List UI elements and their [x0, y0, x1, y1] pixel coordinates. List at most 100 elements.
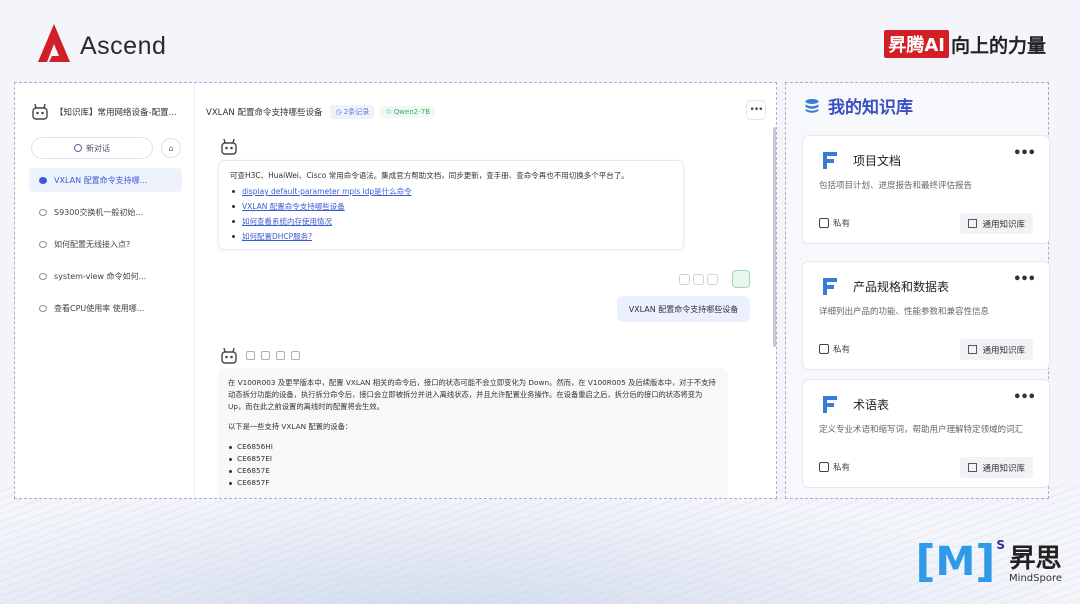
conversation-list: VXLAN 配置命令支持哪... S9300交换机一般初始... 如何配置无线接… — [15, 168, 194, 320]
privacy-text: 私有 — [833, 463, 851, 473]
answer-tools — [246, 351, 306, 360]
knowledge-card[interactable]: 术语表 ••• 定义专业术语和缩写词，帮助用户理解特定领域的词汇 私有 通用知识… — [802, 379, 1050, 488]
kb-type-text: 通用知识库 — [982, 463, 1025, 474]
chat-bubble-icon — [39, 304, 47, 312]
card-menu-button[interactable]: ••• — [1013, 390, 1036, 405]
suggestion-item: display default-parameter mpls ldp是什么命令 — [230, 184, 672, 199]
logo-en: MindSpore — [1009, 573, 1062, 584]
card-menu-button[interactable]: ••• — [1013, 146, 1036, 161]
kb-type-tag: 通用知识库 — [960, 457, 1033, 478]
kb-type-tag: 通用知识库 — [960, 213, 1033, 234]
new-chat-button[interactable]: 新对话 — [31, 137, 153, 159]
knowledge-base-icon — [823, 278, 837, 295]
logo-cn: 昇思 — [1009, 544, 1062, 574]
logo-bracket-right: ] — [975, 536, 996, 587]
suggestion-item: 如何配置DHCP服务? — [230, 229, 672, 244]
device-item: CE6857E — [228, 465, 718, 477]
user-avatar-icon — [732, 270, 750, 288]
robot-icon — [32, 103, 48, 120]
chat-bubble-icon — [39, 240, 47, 248]
kb-type-icon — [968, 219, 978, 228]
kb-type-icon — [968, 345, 978, 354]
privacy-label: 私有 — [819, 461, 850, 473]
conversation-label: S9300交换机一般初始... — [54, 207, 144, 217]
chat-area: VXLAN 配置命令支持哪些设备 ◷ 2条记录 ♲ Qwen2-7B ••• 可… — [196, 83, 776, 498]
suggestion-list: display default-parameter mpls ldp是什么命令 … — [230, 184, 672, 244]
lock-icon — [819, 462, 829, 472]
device-item: CE6856HI — [228, 441, 718, 453]
scrollbar[interactable] — [773, 127, 776, 347]
conversation-item-s9300[interactable]: S9300交换机一般初始... — [29, 200, 182, 224]
kb-type-icon — [968, 463, 978, 472]
ascend-logo-icon — [38, 24, 70, 62]
device-list: CE6856HI CE6857EI CE6857E CE6857F — [228, 441, 718, 489]
ascend-logo: Ascend — [34, 22, 166, 64]
logo-bracket-left: [ — [915, 536, 936, 587]
chat-bubble-icon — [39, 176, 47, 184]
conversation-label: 如何配置无线接入点? — [54, 239, 131, 249]
conversation-item-vxlan[interactable]: VXLAN 配置命令支持哪... — [29, 168, 182, 192]
model-tag[interactable]: ♲ Qwen2-7B — [380, 106, 435, 118]
new-chat-icon — [74, 144, 82, 152]
sidebar-header: 【知识库】常用网络设备-配置... — [15, 83, 194, 121]
kb-type-tag: 通用知识库 — [960, 339, 1033, 360]
chat-bubble-icon — [39, 272, 47, 280]
card-menu-button[interactable]: ••• — [1013, 272, 1036, 287]
delete-icon[interactable] — [707, 274, 718, 285]
bag-icon: ⌂ — [168, 143, 174, 153]
conversation-label: system-view 命令如何... — [54, 271, 147, 281]
privacy-text: 私有 — [833, 345, 851, 355]
more-options-button[interactable]: ••• — [746, 100, 766, 120]
knowledge-panel: 我的知识库 项目文档 ••• 包括项目计划、进度报告和最终评估报告 私有 通用知… — [785, 82, 1050, 499]
ascend-wordmark: Ascend — [80, 31, 167, 60]
user-message-bubble: VXLAN 配置命令支持哪些设备 — [617, 296, 750, 322]
kb-type-text: 通用知识库 — [982, 345, 1025, 356]
thumbs-down-icon[interactable] — [291, 351, 300, 360]
slogan: 昇腾AI 向上的力量 — [884, 30, 1046, 58]
device-item: CE6857F — [228, 477, 718, 489]
copy-icon[interactable] — [246, 351, 255, 360]
bot-welcome-card: 可查H3C、HuaiWei、Cisco 常用命令语法。集成官方帮助文档，同步更新… — [218, 160, 684, 250]
suggestion-link[interactable]: 如何配置DHCP服务? — [242, 229, 312, 244]
privacy-label: 私有 — [819, 217, 850, 229]
knowledge-card[interactable]: 产品规格和数据表 ••• 详细列出产品的功能、性能参数和兼容性信息 私有 通用知… — [802, 261, 1050, 370]
records-tag[interactable]: ◷ 2条记录 — [330, 105, 375, 119]
lock-icon — [819, 218, 829, 228]
bot-answer: 在 V100R003 及更早版本中，配置 VXLAN 相关的命令后，接口的状态可… — [218, 368, 728, 498]
conversation-item-wireless[interactable]: 如何配置无线接入点? — [29, 232, 182, 256]
copy-icon[interactable] — [679, 274, 690, 285]
slogan-highlight: 昇腾AI — [884, 30, 949, 58]
suggestion-item: VXLAN 配置命令支持哪些设备 — [230, 199, 672, 214]
mindspore-logo: [ M ] S 昇思 MindSpore — [915, 538, 1062, 584]
suggestion-link[interactable]: display default-parameter mpls ldp是什么命令 — [242, 184, 412, 199]
conversation-item-cpu[interactable]: 查看CPU使用率 使用哪... — [29, 296, 182, 320]
chat-header: VXLAN 配置命令支持哪些设备 ◷ 2条记录 ♲ Qwen2-7B — [196, 97, 776, 127]
suggestion-link[interactable]: VXLAN 配置命令支持哪些设备 — [242, 199, 345, 214]
knowledge-base-icon — [823, 152, 837, 169]
refresh-icon[interactable] — [693, 274, 704, 285]
history-button[interactable]: ⌂ — [161, 138, 181, 158]
conversation-label: VXLAN 配置命令支持哪... — [54, 175, 148, 185]
conversation-item-system-view[interactable]: system-view 命令如何... — [29, 264, 182, 288]
knowledge-title: 我的知识库 — [828, 98, 913, 118]
knowledge-desc: 详细列出产品的功能、性能参数和兼容性信息 — [819, 307, 990, 317]
knowledge-name: 产品规格和数据表 — [853, 280, 950, 294]
knowledge-header: 我的知识库 — [786, 83, 1048, 118]
chat-title: VXLAN 配置命令支持哪些设备 — [206, 108, 323, 118]
knowledge-name: 项目文档 — [853, 154, 902, 168]
chat-window: 【知识库】常用网络设备-配置... 新对话 ⌂ VXLAN 配置命令支持哪...… — [14, 82, 777, 499]
records-tag-label: 2条记录 — [343, 108, 370, 116]
lock-icon — [819, 344, 829, 354]
answer-paragraph: 在 V100R003 及更早版本中，配置 VXLAN 相关的命令后，接口的状态可… — [228, 378, 716, 411]
speaker-icon[interactable] — [261, 351, 270, 360]
user-message-tools — [679, 274, 721, 285]
thumbs-up-icon[interactable] — [276, 351, 285, 360]
slogan-text: 向上的力量 — [950, 34, 1046, 57]
database-icon — [805, 98, 819, 113]
suggestion-link[interactable]: 如何查看系统内存使用情况 — [242, 214, 332, 229]
knowledge-card[interactable]: 项目文档 ••• 包括项目计划、进度报告和最终评估报告 私有 通用知识库 — [802, 135, 1050, 244]
knowledge-name: 术语表 — [853, 398, 890, 412]
knowledge-desc: 包括项目计划、进度报告和最终评估报告 — [819, 181, 973, 191]
new-chat-label: 新对话 — [86, 143, 110, 153]
kb-type-text: 通用知识库 — [982, 219, 1025, 230]
